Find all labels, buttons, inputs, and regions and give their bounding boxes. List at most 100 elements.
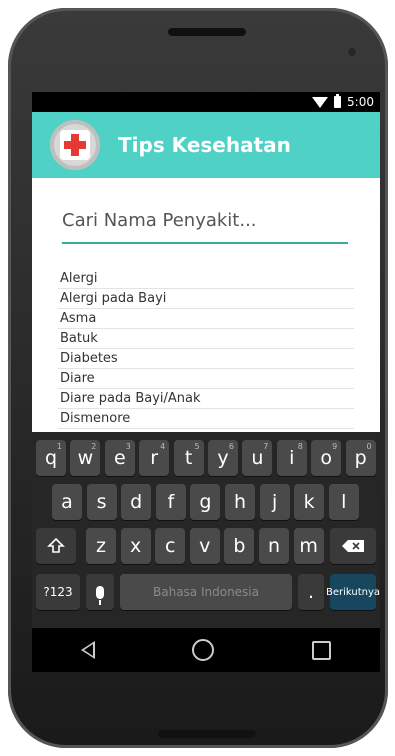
- list-item[interactable]: Diare pada Bayi/Anak: [58, 390, 354, 409]
- letter-key[interactable]: z: [86, 528, 116, 564]
- letter-key[interactable]: y6: [208, 440, 238, 476]
- letter-key[interactable]: g: [190, 484, 221, 520]
- shift-icon: [47, 537, 65, 553]
- soft-keyboard: q1w2e3r4t5y6u7i8o9p0 asdfghjkl zxcvbnm ?…: [32, 432, 380, 628]
- letter-key[interactable]: m: [293, 528, 324, 564]
- key-label: i: [289, 447, 295, 469]
- letter-key[interactable]: a: [52, 484, 82, 520]
- key-label: c: [164, 535, 176, 557]
- key-label: o: [320, 447, 332, 469]
- key-label: h: [233, 491, 247, 513]
- key-label: n: [267, 535, 281, 557]
- letter-key[interactable]: o9: [311, 440, 342, 476]
- period-key[interactable]: .: [298, 574, 324, 610]
- letter-key[interactable]: s: [86, 484, 117, 520]
- home-icon[interactable]: [192, 639, 215, 661]
- key-label: s: [96, 491, 107, 513]
- shift-key[interactable]: [36, 528, 76, 564]
- front-camera: [346, 46, 358, 58]
- letter-key[interactable]: c: [155, 528, 186, 564]
- battery-icon: [334, 94, 342, 108]
- keyboard-row-2: a s d f gh j k l: [32, 484, 380, 522]
- back-icon[interactable]: [80, 641, 95, 659]
- key-label: z: [96, 535, 106, 557]
- key-label: e: [113, 447, 126, 469]
- letter-key[interactable]: q1: [36, 440, 66, 476]
- key-label: q: [44, 447, 58, 469]
- letter-key[interactable]: i8: [276, 440, 307, 476]
- keyboard-row-3: z xc vbnm: [32, 528, 380, 566]
- letter-key[interactable]: u7: [242, 440, 273, 476]
- numbers-key[interactable]: ?123: [36, 574, 80, 610]
- app-title: Tips Kesehatan: [118, 133, 291, 157]
- list-item[interactable]: Dismenore: [58, 410, 354, 429]
- status-time: 5:00: [347, 95, 374, 109]
- key-hint: 1: [56, 442, 62, 451]
- next-key[interactable]: Berikutnya: [326, 574, 380, 610]
- letter-key[interactable]: t5: [173, 440, 204, 476]
- disease-list: Alergi Alergi pada Bayi Asma Batuk Diabetes D…: [58, 270, 354, 450]
- wifi-icon: [312, 96, 329, 108]
- key-label: l: [341, 491, 347, 513]
- letter-key[interactable]: d: [121, 484, 152, 520]
- letter-key[interactable]: n: [259, 528, 289, 564]
- navigation-bar: [32, 628, 380, 672]
- search-field[interactable]: [62, 202, 348, 244]
- key-label: j: [271, 491, 278, 513]
- letter-key[interactable]: k: [294, 484, 325, 520]
- letter-key[interactable]: f: [155, 484, 186, 520]
- letter-key[interactable]: p0: [345, 440, 376, 476]
- letter-key[interactable]: v: [189, 528, 220, 564]
- key-hint: 7: [263, 442, 269, 451]
- microphone-icon: [96, 585, 104, 605]
- key-label: t: [184, 447, 193, 469]
- list-item[interactable]: Diabetes: [58, 350, 354, 369]
- backspace-icon: [342, 540, 364, 552]
- letter-key[interactable]: h: [225, 484, 255, 520]
- key-label: d: [130, 491, 143, 513]
- key-label: r: [150, 447, 159, 469]
- first-aid-icon: [60, 130, 90, 160]
- key-hint: 9: [332, 442, 338, 451]
- list-item[interactable]: Asma: [58, 310, 354, 329]
- space-key[interactable]: Bahasa Indonesia: [120, 574, 292, 610]
- key-hint: 0: [366, 442, 372, 451]
- key-hint: 4: [160, 442, 166, 451]
- keyboard-row-1: q1w2e3r4t5y6u7i8o9p0: [32, 440, 380, 478]
- bottom-speaker: [158, 730, 256, 738]
- list-item[interactable]: Batuk: [58, 330, 354, 349]
- app-bar: Tips Kesehatan: [32, 112, 380, 178]
- letter-key[interactable]: x: [120, 528, 151, 564]
- screen: 5:00 Tips Kesehatan AlergiAlergi pada Ba…: [32, 92, 380, 672]
- list-item[interactable]: Diare: [58, 370, 354, 389]
- key-label: a: [61, 491, 73, 513]
- key-label: v: [199, 535, 211, 557]
- key-label: p: [354, 447, 367, 469]
- key-label: g: [199, 491, 212, 513]
- letter-key[interactable]: e3: [104, 440, 135, 476]
- key-hint: 3: [125, 442, 131, 451]
- earpiece: [168, 28, 246, 36]
- key-label: m: [299, 535, 318, 557]
- key-label: y: [217, 447, 229, 469]
- key-hint: 6: [228, 442, 234, 451]
- key-hint: 5: [194, 442, 200, 451]
- backspace-key[interactable]: [330, 528, 376, 564]
- key-hint: 2: [91, 442, 97, 451]
- list-item[interactable]: Alergi: [58, 270, 354, 289]
- recent-apps-icon[interactable]: [312, 640, 332, 660]
- letter-key[interactable]: w2: [70, 440, 101, 476]
- key-hint: 8: [297, 442, 303, 451]
- letter-key[interactable]: l: [328, 484, 359, 520]
- status-bar: 5:00: [32, 92, 380, 112]
- voice-key[interactable]: [86, 574, 114, 610]
- app-logo: [50, 120, 100, 170]
- search-input[interactable]: [62, 202, 348, 238]
- list-item[interactable]: Alergi pada Bayi: [58, 290, 354, 309]
- letter-key[interactable]: j: [259, 484, 290, 520]
- key-label: k: [303, 491, 315, 513]
- letter-key[interactable]: b: [224, 528, 255, 564]
- key-label: b: [233, 535, 246, 557]
- key-label: u: [251, 447, 264, 469]
- letter-key[interactable]: r4: [139, 440, 170, 476]
